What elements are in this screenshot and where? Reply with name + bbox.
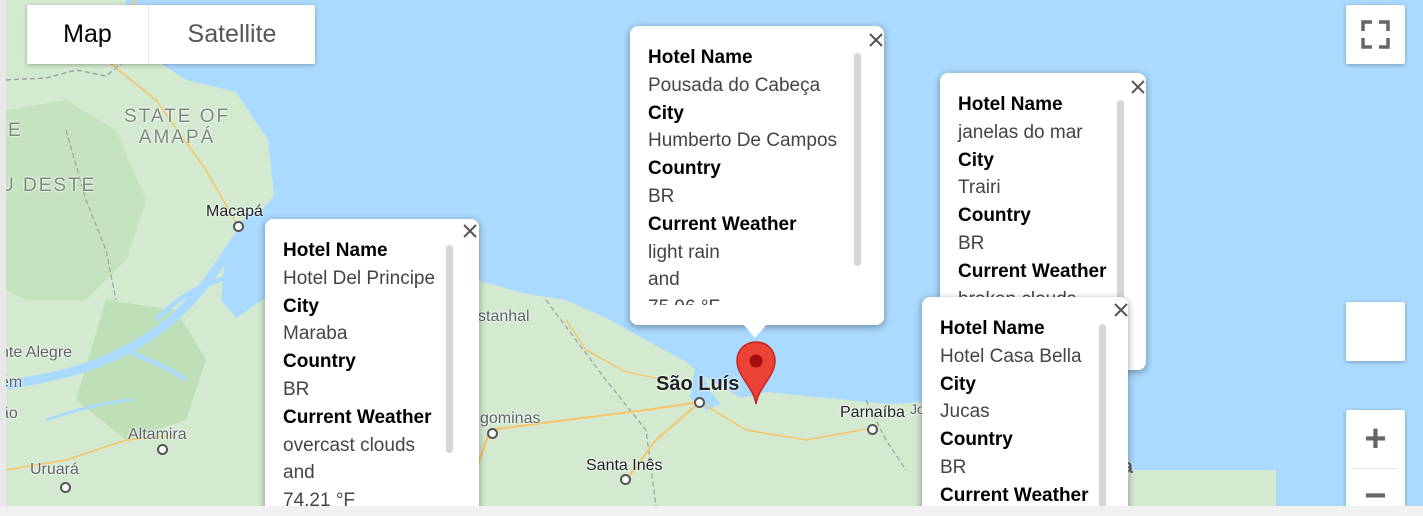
city-label: City <box>283 295 319 317</box>
country-label: Country <box>958 205 1031 227</box>
city-label: City <box>940 373 976 395</box>
zoom-in-icon: + <box>1364 418 1387 460</box>
temperature-value: 74.21 °F <box>283 490 356 506</box>
info-window-casa-bella: Hotel Name Hotel Casa Bella City Jucas C… <box>922 297 1128 506</box>
weather-value: overcast clouds <box>283 434 416 456</box>
map-marker-pin[interactable] <box>736 340 776 406</box>
page-bottom-edge <box>0 506 1423 516</box>
hotel-name-label: Hotel Name <box>958 94 1063 115</box>
label-uruara: Uruará <box>30 461 79 478</box>
hotel-name-value: Hotel Del Principe <box>283 267 436 289</box>
hotel-name-label: Hotel Name <box>283 240 388 261</box>
country-label: Country <box>648 158 721 180</box>
weather-label: Current Weather <box>940 484 1089 506</box>
map-type-control: Map Satellite <box>27 5 315 64</box>
hotel-name-value: Hotel Casa Bella <box>940 345 1082 367</box>
city-dot-sao-luis <box>694 397 705 408</box>
city-dot-macapa <box>233 221 244 232</box>
zoom-in-button[interactable]: + <box>1346 410 1405 468</box>
info-window-scrollbar[interactable] <box>1099 324 1106 506</box>
city-label: City <box>958 149 994 171</box>
country-value: BR <box>648 185 675 207</box>
label-state-amapa: STATE OF AMAPÁ <box>124 106 231 148</box>
label-altamira: Altamira <box>128 426 187 443</box>
city-label: City <box>648 102 684 124</box>
country-value: BR <box>958 232 985 254</box>
label-sao-luis: São Luís <box>656 373 740 395</box>
label-estanhal: stanhal <box>478 308 530 325</box>
close-icon[interactable] <box>867 31 884 49</box>
info-window-pointer <box>743 324 767 338</box>
label-parnaiba: Parnaíba <box>840 404 905 421</box>
city-value: Trairi <box>958 177 1001 199</box>
hotel-name-value: Pousada do Cabeça <box>648 74 821 96</box>
info-window-scrollbar[interactable] <box>854 53 861 266</box>
map-type-map-button[interactable]: Map <box>27 5 149 64</box>
city-value: Jucas <box>940 401 990 423</box>
close-icon[interactable] <box>1112 301 1128 319</box>
label-e: E <box>8 120 23 141</box>
city-dot-uruara <box>60 482 71 493</box>
hotel-name-label: Hotel Name <box>648 47 753 68</box>
hotel-name-value: janelas do mar <box>958 121 1083 143</box>
country-label: Country <box>940 429 1013 451</box>
info-window-pousada: Hotel Name Pousada do Cabeça City Humber… <box>630 26 884 325</box>
weather-label: Current Weather <box>283 406 432 428</box>
city-value: Humberto De Campos <box>648 130 838 152</box>
label-macapa: Macapá <box>206 203 263 220</box>
label-santa-ines: Santa Inês <box>586 457 663 474</box>
country-value: BR <box>940 456 967 478</box>
weather-and: and <box>283 462 315 484</box>
label-ao: ão <box>6 405 18 422</box>
hotel-name-label: Hotel Name <box>940 318 1045 339</box>
city-value: Maraba <box>283 323 348 345</box>
label-oeste: U DESTE <box>6 175 97 196</box>
city-dot-santa-ines <box>620 474 631 485</box>
info-window-del-principe: Hotel Name Hotel Del Principe City Marab… <box>265 219 479 506</box>
city-dot-altamira <box>157 444 168 455</box>
weather-value: light rain <box>648 241 720 263</box>
label-monte-alegre: nte Alegre <box>6 344 73 361</box>
zoom-out-icon: − <box>1364 475 1387 506</box>
street-view-control[interactable] <box>1346 302 1405 361</box>
close-icon[interactable] <box>1129 78 1146 96</box>
zoom-out-button[interactable]: − <box>1346 469 1405 506</box>
info-window-scrollbar[interactable] <box>446 245 453 453</box>
map-type-satellite-button[interactable]: Satellite <box>149 5 315 64</box>
weather-label: Current Weather <box>648 213 797 235</box>
fullscreen-icon <box>1361 20 1390 49</box>
close-icon[interactable] <box>461 222 479 240</box>
land-mass-right <box>1116 470 1276 506</box>
info-window-bottom-fade <box>630 305 884 325</box>
weather-and: and <box>648 269 680 291</box>
zoom-control: + − <box>1346 410 1405 506</box>
fullscreen-button[interactable] <box>1346 5 1405 64</box>
city-dot-parnaiba <box>867 424 878 435</box>
label-em: ém <box>6 374 23 391</box>
city-dot-gominas <box>487 428 498 439</box>
country-value: BR <box>283 378 310 400</box>
weather-label: Current Weather <box>958 260 1107 282</box>
map-canvas[interactable]: STATE OF AMAPÁ U DESTE E Macapá nte Aleg… <box>6 0 1423 506</box>
label-gominas: gominas <box>480 410 541 427</box>
country-label: Country <box>283 351 356 373</box>
